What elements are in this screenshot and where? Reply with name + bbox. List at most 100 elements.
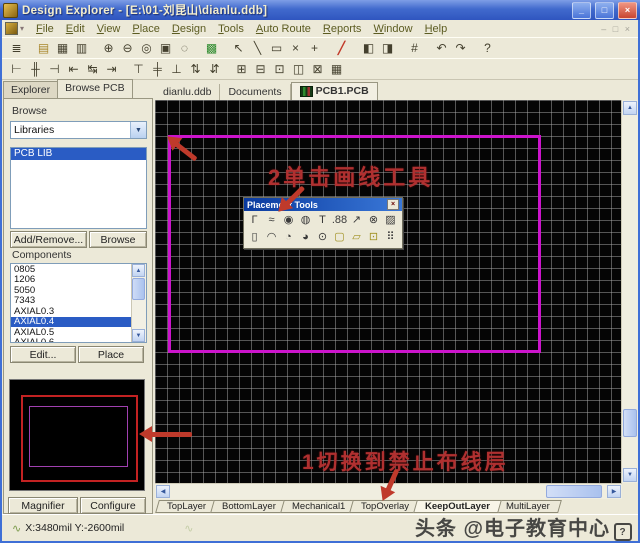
doc-tab-pcb1-pcb[interactable]: PCB1.PCB bbox=[291, 82, 378, 101]
list-item[interactable]: 7343 bbox=[11, 296, 132, 307]
menu-view[interactable]: View bbox=[91, 22, 127, 36]
scrollbar-thumb[interactable] bbox=[546, 485, 602, 498]
browse-type-dropdown[interactable]: Libraries ▼ bbox=[10, 121, 147, 139]
distribute-top-icon[interactable]: ⇅ bbox=[186, 61, 205, 78]
save-icon[interactable]: ▦ bbox=[53, 40, 72, 57]
add-remove-button[interactable]: Add/Remove... bbox=[10, 231, 87, 248]
deselect-icon[interactable]: × bbox=[286, 40, 305, 57]
library-edit-icon[interactable]: ◨ bbox=[378, 40, 397, 57]
zoom-out-icon[interactable]: ⊖ bbox=[118, 40, 137, 57]
menu-window[interactable]: Window bbox=[367, 22, 418, 36]
place-paste-array-icon[interactable]: ⊡ bbox=[365, 229, 382, 244]
place-button[interactable]: Place bbox=[78, 346, 144, 363]
draw-wire-icon[interactable]: ╱ bbox=[332, 40, 351, 57]
menu-tools[interactable]: Tools bbox=[212, 22, 250, 36]
separator[interactable] bbox=[424, 40, 432, 57]
scroll-down-icon[interactable]: ▼ bbox=[132, 329, 145, 342]
close-button[interactable]: × bbox=[618, 2, 637, 19]
doc-tab-documents[interactable]: Documents bbox=[220, 84, 290, 100]
zoom-document-icon[interactable]: ▣ bbox=[156, 40, 175, 57]
maximize-button[interactable]: □ bbox=[595, 2, 614, 19]
print-icon[interactable]: ▥ bbox=[72, 40, 91, 57]
placement-tools-titlebar[interactable]: Placement Tools × bbox=[244, 198, 402, 211]
close-icon[interactable]: × bbox=[387, 199, 399, 210]
place-fill-hatch-icon[interactable]: ▨ bbox=[382, 212, 399, 227]
list-item[interactable]: AXIAL0.6 bbox=[11, 338, 132, 344]
browse-button[interactable]: Browse bbox=[89, 231, 147, 248]
place-via-icon[interactable]: ◍ bbox=[297, 212, 314, 227]
align-bottom-icon[interactable]: ⊥ bbox=[167, 61, 186, 78]
distribute-center-icon[interactable]: ↹ bbox=[83, 61, 102, 78]
undo-icon[interactable]: ↶ bbox=[432, 40, 451, 57]
place-arc-edge-icon[interactable]: ◠ bbox=[263, 229, 280, 244]
layer-tab-toplayer[interactable]: TopLayer bbox=[155, 500, 218, 513]
separator[interactable] bbox=[224, 61, 232, 78]
redo-icon[interactable]: ↷ bbox=[451, 40, 470, 57]
menu-file[interactable]: File bbox=[30, 22, 60, 36]
align-top-icon[interactable]: ⊤ bbox=[129, 61, 148, 78]
tab-browse-pcb[interactable]: Browse PCB bbox=[57, 79, 133, 98]
components-scrollbar[interactable]: ▲ ▼ bbox=[131, 264, 146, 342]
list-item[interactable]: 5050 bbox=[11, 285, 132, 296]
place-arc-center-icon[interactable]: ◔ bbox=[280, 229, 297, 244]
place-arc-angle-icon[interactable]: ◕ bbox=[297, 229, 314, 244]
minimize-button[interactable]: _ bbox=[572, 2, 591, 19]
place-array-icon[interactable]: ⠿ bbox=[382, 229, 399, 244]
scroll-right-icon[interactable]: ▶ bbox=[607, 485, 621, 498]
scroll-up-icon[interactable]: ▲ bbox=[623, 101, 637, 115]
distribute-right-icon[interactable]: ⇥ bbox=[102, 61, 121, 78]
zoom-window-icon[interactable]: ◎ bbox=[137, 40, 156, 57]
configure-button[interactable]: Configure bbox=[80, 497, 146, 514]
align-center-h-icon[interactable]: ╫ bbox=[26, 61, 45, 78]
separator[interactable] bbox=[221, 40, 229, 57]
layer-tab-bottomlayer[interactable]: BottomLayer bbox=[210, 500, 288, 513]
scrollbar-thumb[interactable] bbox=[623, 409, 637, 437]
menu-auto-route[interactable]: Auto Route bbox=[250, 22, 317, 36]
select-area-icon[interactable]: ▭ bbox=[267, 40, 286, 57]
place-component-icon[interactable]: ▯ bbox=[246, 229, 263, 244]
menu-design[interactable]: Design bbox=[166, 22, 212, 36]
library-icon[interactable]: ◧ bbox=[359, 40, 378, 57]
separator[interactable] bbox=[470, 40, 478, 57]
doc-tab-dianlu-ddb[interactable]: dianlu.ddb bbox=[155, 84, 220, 100]
place-keepout-icon[interactable]: ⊗ bbox=[365, 212, 382, 227]
distribute-bottom-icon[interactable]: ⇵ bbox=[205, 61, 224, 78]
place-polygon-icon[interactable]: ▱ bbox=[348, 229, 365, 244]
zoom-point-icon[interactable]: ◌ bbox=[175, 40, 194, 57]
scrollbar-thumb[interactable] bbox=[132, 278, 145, 300]
separator[interactable] bbox=[351, 40, 359, 57]
arrange-room-icon[interactable]: ⊠ bbox=[308, 61, 327, 78]
space-decrease-icon[interactable]: ⊡ bbox=[270, 61, 289, 78]
arrange-components-icon[interactable]: ◫ bbox=[289, 61, 308, 78]
scroll-up-icon[interactable]: ▲ bbox=[132, 264, 145, 277]
place-track-icon[interactable]: Γ bbox=[246, 212, 263, 227]
chevron-down-icon[interactable]: ▾ bbox=[20, 24, 24, 33]
tab-explorer[interactable]: Explorer bbox=[3, 81, 58, 98]
menu-reports[interactable]: Reports bbox=[317, 22, 368, 36]
align-left-icon[interactable]: ⊢ bbox=[7, 61, 26, 78]
separator[interactable] bbox=[121, 61, 129, 78]
magnifier-button[interactable]: Magnifier bbox=[8, 497, 78, 514]
place-dimension-icon[interactable]: ↗ bbox=[348, 212, 365, 227]
line-icon[interactable]: ╲ bbox=[248, 40, 267, 57]
space-equal-icon[interactable]: ⊞ bbox=[232, 61, 251, 78]
scroll-left-icon[interactable]: ◀ bbox=[156, 485, 170, 498]
image-icon[interactable]: ▩ bbox=[202, 40, 221, 57]
pcb-canvas[interactable]: Placement Tools × Γ≈◉◍T.88↗⊗▨ ▯◠◔◕⊙▢▱⊡⠿ bbox=[155, 100, 622, 483]
edit-button[interactable]: Edit... bbox=[10, 346, 76, 363]
place-line-icon[interactable]: ≈ bbox=[263, 212, 280, 227]
grid-icon[interactable]: # bbox=[405, 40, 424, 57]
list-item[interactable]: AXIAL0.4 bbox=[11, 317, 132, 328]
menu-edit[interactable]: Edit bbox=[60, 22, 91, 36]
separator[interactable] bbox=[26, 40, 34, 57]
align-right-icon[interactable]: ⊣ bbox=[45, 61, 64, 78]
arrange-board-icon[interactable]: ▦ bbox=[327, 61, 346, 78]
list-item[interactable]: 1206 bbox=[11, 275, 132, 286]
space-increase-icon[interactable]: ⊟ bbox=[251, 61, 270, 78]
place-coordinate-icon[interactable]: .88 bbox=[331, 212, 348, 227]
chevron-down-icon[interactable]: ▼ bbox=[130, 122, 146, 138]
layer-tab-mechanical1[interactable]: Mechanical1 bbox=[280, 500, 357, 513]
help-icon[interactable]: ? bbox=[478, 40, 497, 57]
scroll-down-icon[interactable]: ▼ bbox=[623, 468, 637, 482]
explorer-tree-icon[interactable]: ≣ bbox=[7, 40, 26, 57]
